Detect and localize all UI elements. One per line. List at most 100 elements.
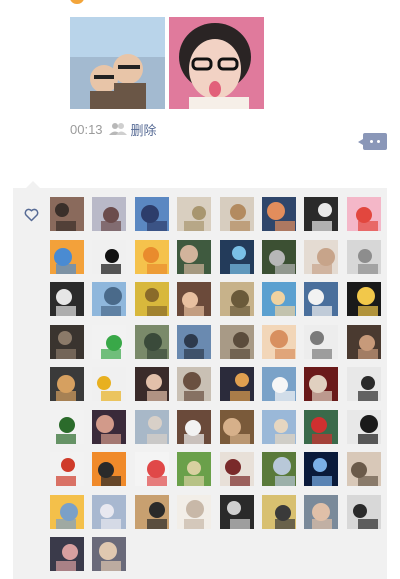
liker-avatar[interactable]: [262, 197, 296, 231]
liker-avatar[interactable]: [262, 367, 296, 401]
liker-avatar[interactable]: [177, 239, 212, 274]
liker-avatar[interactable]: [304, 409, 339, 444]
liker-avatar[interactable]: [177, 494, 212, 529]
liker-avatar[interactable]: [346, 197, 381, 231]
comment-button[interactable]: [358, 133, 387, 150]
avatar-image: [177, 409, 212, 444]
liker-avatar[interactable]: [92, 239, 127, 274]
liker-avatar[interactable]: [50, 409, 84, 444]
avatar-image: [346, 494, 381, 529]
post-photo-woman[interactable]: [169, 17, 264, 109]
avatar-image: [304, 409, 339, 444]
liker-avatar[interactable]: [304, 239, 339, 274]
liker-avatar[interactable]: [262, 324, 296, 359]
avatar-image: [346, 324, 381, 359]
liker-avatar[interactable]: [262, 452, 296, 486]
avatar-image: [134, 452, 169, 486]
liker-avatar[interactable]: [177, 197, 212, 231]
liker-avatar[interactable]: [134, 197, 169, 231]
avatar-image: [177, 494, 212, 529]
liker-avatar[interactable]: [50, 324, 84, 359]
liker-avatar[interactable]: [262, 494, 296, 529]
liker-avatar[interactable]: [219, 197, 254, 231]
avatar-image: [134, 197, 169, 231]
liker-avatar[interactable]: [177, 324, 212, 359]
liker-avatar[interactable]: [346, 409, 381, 444]
liker-avatar[interactable]: [50, 239, 84, 274]
liker-avatar[interactable]: [304, 367, 339, 401]
liker-avatar[interactable]: [219, 409, 254, 444]
liker-avatar[interactable]: [219, 367, 254, 401]
liker-avatar[interactable]: [346, 282, 381, 316]
liker-avatar[interactable]: [134, 324, 169, 359]
liker-avatar[interactable]: [92, 367, 127, 401]
avatar-image: [92, 324, 127, 359]
liker-avatar[interactable]: [92, 452, 127, 486]
avatar-image: [304, 367, 339, 401]
liker-avatar[interactable]: [134, 367, 169, 401]
liker-avatar[interactable]: [262, 239, 296, 274]
liker-avatar[interactable]: [219, 324, 254, 359]
avatar-image: [304, 239, 339, 274]
liker-avatar[interactable]: [50, 494, 84, 529]
avatar-image: [346, 452, 381, 486]
avatar-image: [346, 239, 381, 274]
liker-avatar[interactable]: [262, 409, 296, 444]
avatar-image: [50, 452, 84, 486]
liker-avatar[interactable]: [262, 282, 296, 316]
liker-avatar[interactable]: [92, 409, 127, 444]
liker-avatar[interactable]: [219, 494, 254, 529]
avatar-image: [92, 494, 127, 529]
avatar-image: [92, 537, 127, 571]
avatar-image: [134, 239, 169, 274]
liker-avatar[interactable]: [92, 537, 127, 571]
avatar-image: [219, 324, 254, 359]
liker-avatar[interactable]: [50, 452, 84, 486]
avatar-image: [304, 452, 339, 486]
delete-button[interactable]: 删除: [131, 120, 157, 139]
liker-avatar[interactable]: [134, 452, 169, 486]
liker-avatar[interactable]: [346, 324, 381, 359]
liker-avatar[interactable]: [92, 282, 127, 316]
liker-avatar[interactable]: [177, 452, 212, 486]
avatar-image: [262, 197, 296, 231]
liker-avatar[interactable]: [134, 239, 169, 274]
avatar-image: [92, 409, 127, 444]
avatar-image: [92, 367, 127, 401]
liker-avatar[interactable]: [304, 494, 339, 529]
liker-avatar[interactable]: [50, 197, 84, 231]
liker-avatar[interactable]: [50, 282, 84, 316]
post-meta-row: 00:13 删除: [70, 120, 157, 138]
avatar-image: [50, 537, 84, 571]
liker-avatar[interactable]: [92, 494, 127, 529]
liker-avatar[interactable]: [346, 367, 381, 401]
avatar-image: [219, 239, 254, 274]
comment-dot-icon: [377, 140, 380, 143]
liker-avatar[interactable]: [304, 452, 339, 486]
liker-avatar[interactable]: [304, 197, 339, 231]
avatar-image: [219, 494, 254, 529]
liker-avatar[interactable]: [177, 282, 212, 316]
liker-avatar[interactable]: [134, 282, 169, 316]
liker-avatar[interactable]: [92, 197, 127, 231]
avatar-image: [50, 282, 84, 316]
liker-avatar[interactable]: [50, 367, 84, 401]
liker-avatar[interactable]: [92, 324, 127, 359]
liker-avatar[interactable]: [219, 239, 254, 274]
liker-avatar[interactable]: [304, 282, 339, 316]
liker-avatar[interactable]: [346, 494, 381, 529]
liker-avatar[interactable]: [346, 452, 381, 486]
liker-avatar[interactable]: [304, 324, 339, 359]
likes-panel: [13, 181, 387, 579]
post-photo-couple[interactable]: [70, 17, 165, 109]
liker-avatar[interactable]: [346, 239, 381, 274]
liker-avatar[interactable]: [219, 282, 254, 316]
liker-avatar[interactable]: [50, 537, 84, 571]
liker-avatar[interactable]: [177, 367, 212, 401]
heart-icon: [24, 208, 39, 222]
liker-avatar[interactable]: [134, 409, 169, 444]
avatar-image: [92, 282, 127, 316]
liker-avatar[interactable]: [177, 409, 212, 444]
liker-avatar[interactable]: [134, 494, 169, 529]
liker-avatar[interactable]: [219, 452, 254, 486]
